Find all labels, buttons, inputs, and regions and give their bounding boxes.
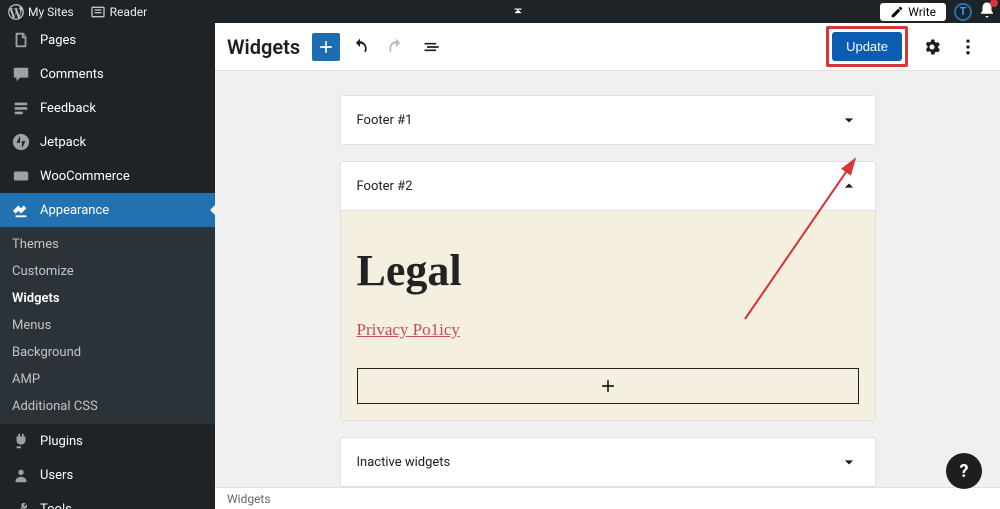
sidebar-item-plugins[interactable]: Plugins bbox=[0, 424, 215, 458]
widget-area-toggle[interactable]: Inactive widgets bbox=[341, 438, 875, 486]
widget-area-footer-1: Footer #1 bbox=[340, 95, 876, 145]
submenu-additional-css[interactable]: Additional CSS bbox=[0, 393, 215, 420]
sidebar-item-tools[interactable]: Tools bbox=[0, 492, 215, 509]
reader-menu[interactable]: Reader bbox=[82, 0, 155, 23]
admin-bar-caret[interactable] bbox=[505, 5, 531, 19]
widget-area-body: Legal Privacy Po1icy bbox=[341, 210, 875, 420]
page-title: Widgets bbox=[227, 35, 300, 59]
status-bar: Widgets bbox=[215, 487, 1000, 509]
submenu-themes[interactable]: Themes bbox=[0, 231, 215, 258]
submenu-customize[interactable]: Customize bbox=[0, 258, 215, 285]
add-block-button[interactable] bbox=[312, 33, 340, 61]
sidebar-item-pages[interactable]: Pages bbox=[0, 23, 215, 57]
submenu-background[interactable]: Background bbox=[0, 339, 215, 366]
sidebar-item-users[interactable]: Users bbox=[0, 458, 215, 492]
widget-area-toggle[interactable]: Footer #1 bbox=[341, 96, 875, 144]
widget-area-footer-2: Footer #2 Legal Privacy Po1icy bbox=[340, 161, 876, 421]
notifications-icon[interactable] bbox=[978, 1, 996, 23]
submenu-widgets[interactable]: Widgets bbox=[0, 285, 215, 312]
list-view-button[interactable] bbox=[416, 31, 448, 63]
appearance-submenu: Themes Customize Widgets Menus Backgroun… bbox=[0, 227, 215, 424]
write-button-label: Write bbox=[908, 5, 936, 19]
wp-logo-menu[interactable]: My Sites bbox=[0, 0, 82, 23]
redo-button[interactable] bbox=[380, 31, 412, 63]
avatar[interactable]: T bbox=[954, 3, 972, 21]
block-appender[interactable] bbox=[357, 368, 859, 404]
editor-header: Widgets Update bbox=[215, 23, 1000, 71]
update-highlight-annotation: Update bbox=[826, 26, 908, 67]
widget-area-toggle[interactable]: Footer #2 bbox=[341, 162, 875, 210]
help-button[interactable]: ? bbox=[946, 453, 982, 489]
submenu-menus[interactable]: Menus bbox=[0, 312, 215, 339]
settings-icon[interactable] bbox=[916, 31, 948, 63]
sidebar-item-feedback[interactable]: Feedback bbox=[0, 91, 215, 125]
chevron-down-icon bbox=[839, 452, 859, 472]
link-block[interactable]: Privacy Po1icy bbox=[357, 320, 460, 339]
update-button[interactable]: Update bbox=[832, 32, 902, 61]
breadcrumb[interactable]: Widgets bbox=[227, 492, 271, 506]
sidebar-item-jetpack[interactable]: Jetpack bbox=[0, 125, 215, 159]
admin-bar-mysites-label: My Sites bbox=[28, 5, 74, 19]
chevron-up-icon bbox=[839, 176, 859, 196]
widget-area-inactive: Inactive widgets bbox=[340, 437, 876, 487]
heading-block[interactable]: Legal bbox=[357, 245, 859, 296]
chevron-down-icon bbox=[839, 110, 859, 130]
options-menu-icon[interactable] bbox=[952, 31, 984, 63]
sidebar-item-appearance[interactable]: Appearance bbox=[0, 193, 215, 227]
write-button[interactable]: Write bbox=[880, 3, 946, 21]
sidebar-item-comments[interactable]: Comments bbox=[0, 57, 215, 91]
sidebar-item-woocommerce[interactable]: WooCommerce bbox=[0, 159, 215, 193]
undo-button[interactable] bbox=[344, 31, 376, 63]
admin-bar-reader-label: Reader bbox=[110, 5, 147, 19]
submenu-amp[interactable]: AMP bbox=[0, 366, 215, 393]
